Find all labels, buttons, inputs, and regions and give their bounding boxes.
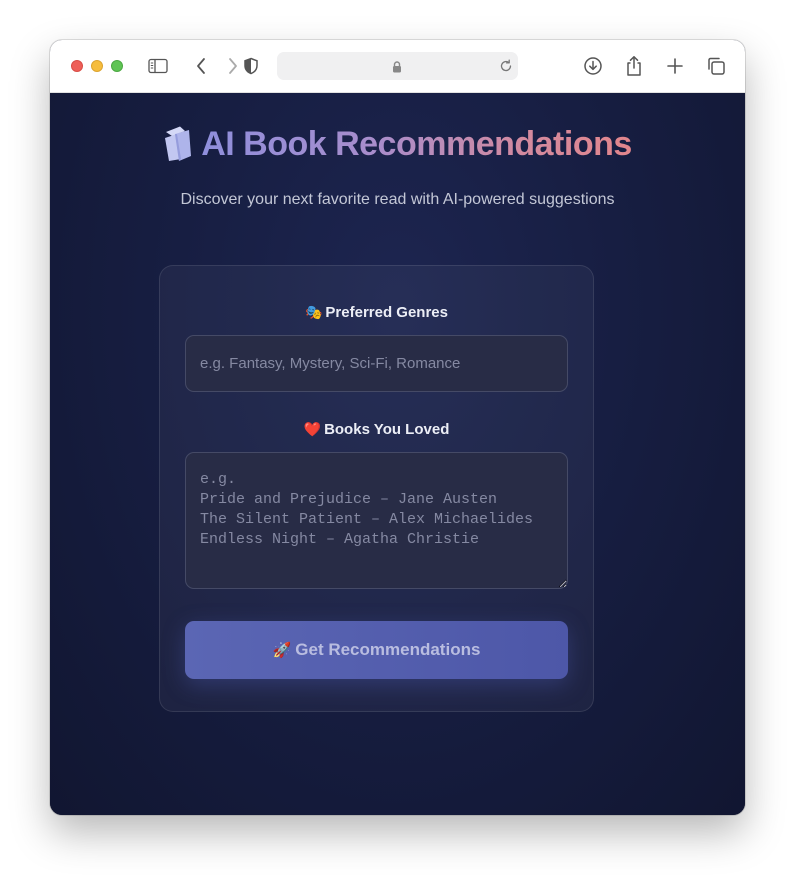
tab-overview-icon[interactable]: [705, 55, 727, 77]
heart-icon: ❤️: [303, 421, 322, 437]
title-text: AI Book Recommendations: [201, 125, 632, 163]
downloads-icon[interactable]: [582, 55, 604, 77]
theater-masks-icon: 🎭: [304, 304, 323, 320]
minimize-window-button[interactable]: [91, 60, 103, 72]
genres-label-text: Preferred Genres: [325, 304, 448, 321]
reload-icon[interactable]: [499, 59, 513, 78]
genres-label: 🎭 Preferred Genres: [160, 304, 593, 321]
new-tab-icon[interactable]: [664, 55, 686, 77]
close-window-button[interactable]: [71, 60, 83, 72]
zoom-window-button[interactable]: [111, 60, 123, 72]
browser-toolbar: [50, 40, 745, 93]
page-subtitle: Discover your next favorite read with AI…: [180, 191, 615, 208]
rocket-icon: 🚀: [272, 642, 292, 659]
books-label-text: Books You Loved: [324, 421, 450, 438]
page-title: AI Book Recommendations: [50, 125, 745, 171]
address-bar[interactable]: [277, 52, 518, 80]
get-recommendations-button[interactable]: 🚀 Get Recommendations: [185, 621, 568, 679]
books-textarea[interactable]: [185, 452, 568, 589]
books-label: ❤️ Books You Loved: [160, 421, 593, 438]
privacy-shield-icon[interactable]: [240, 55, 262, 77]
sidebar-toggle-icon[interactable]: [147, 55, 169, 77]
books-icon: [163, 125, 193, 165]
page-content: AI Book Recommendations Discover your ne…: [50, 93, 745, 815]
lock-icon: [392, 60, 402, 78]
back-icon[interactable]: [190, 55, 212, 77]
browser-window: AI Book Recommendations Discover your ne…: [50, 40, 745, 815]
genres-input[interactable]: [185, 335, 568, 392]
get-recommendations-label: Get Recommendations: [295, 640, 481, 659]
recommendation-form: 🎭Preferred Genres ❤️Books You Loved 🚀Get…: [159, 265, 594, 712]
share-icon[interactable]: [623, 55, 645, 77]
